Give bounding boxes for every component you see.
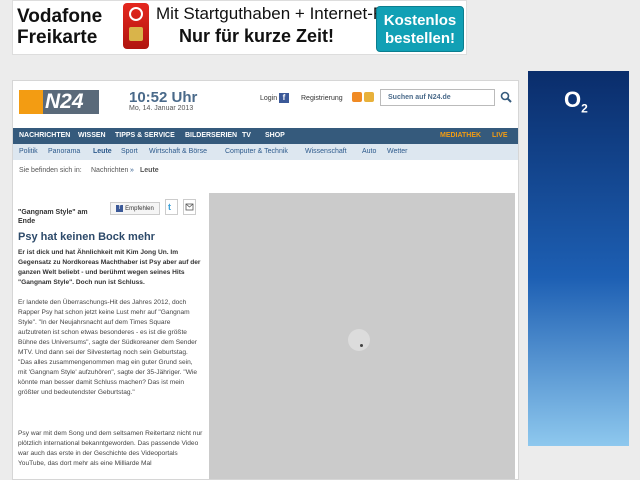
sub-navigation: Politik Panorama Leute Sport Wirtschaft …	[13, 144, 518, 160]
breadcrumb-prefix: Sie befinden sich in:	[19, 167, 82, 174]
ad-offer-line2: Nur für kurze Zeit!	[179, 26, 335, 46]
nav-tv[interactable]: TV	[242, 128, 251, 144]
share-label: Empfehlen	[125, 206, 154, 212]
subnav-sport[interactable]: Sport	[121, 144, 138, 160]
rss-icon[interactable]	[352, 92, 362, 102]
search-input[interactable]: Suchen auf N24.de	[380, 89, 495, 106]
subnav-wirtschaft[interactable]: Wirtschaft & Börse	[149, 144, 207, 160]
email-icon[interactable]	[183, 199, 196, 215]
article-paragraph: Psy war mit dem Song und dem seltsamen R…	[18, 430, 203, 467]
article-headline: Psy hat keinen Bock mehr	[18, 231, 155, 243]
ad-brand-text: Vodafone Freikarte	[17, 6, 102, 48]
subnav-leute[interactable]: Leute	[93, 144, 112, 160]
ad-cta-line2: bestellen!	[384, 30, 456, 47]
article-paragraph: Er landete den Überraschungs-Hit des Jah…	[18, 299, 198, 396]
article-lead: Er ist dick und hat Ähnlichkeit mit Kim …	[18, 249, 201, 286]
o2-logo: O2	[564, 87, 588, 116]
svg-text:t: t	[168, 202, 171, 212]
n24-logo[interactable]: N24	[19, 90, 99, 114]
login-link[interactable]: Login	[260, 95, 277, 102]
nav-mediathek[interactable]: MEDIATHEK	[440, 128, 481, 144]
search-icon[interactable]	[500, 91, 512, 103]
n24-page: N24 10:52 Uhr Mo, 14. Januar 2013 Login …	[12, 80, 519, 480]
nav-bilderserien[interactable]: BILDERSERIEN	[185, 128, 237, 144]
ad-order-button[interactable]: Kostenlos bestellen!	[376, 6, 464, 52]
facebook-icon[interactable]: f	[279, 93, 289, 103]
article-kicker: "Gangnam Style" am Ende	[18, 209, 88, 225]
loading-spinner-icon	[348, 329, 370, 351]
ad-cta-line1: Kostenlos	[383, 12, 457, 29]
subnav-panorama[interactable]: Panorama	[48, 144, 80, 160]
facebook-share-button[interactable]: f Empfehlen	[110, 202, 160, 215]
nav-shop[interactable]: SHOP	[265, 128, 285, 144]
breadcrumb: Sie befinden sich in: Nachrichten » Leut…	[13, 167, 518, 181]
breadcrumb-nachrichten[interactable]: Nachrichten	[91, 167, 128, 174]
sim-card-icon	[123, 3, 149, 49]
o2-ad-banner[interactable]: O2	[528, 71, 629, 446]
subnav-politik[interactable]: Politik	[19, 144, 38, 160]
subnav-computer[interactable]: Computer & Technik	[225, 144, 288, 160]
nav-live[interactable]: LIVE	[492, 128, 508, 144]
loading-dot	[360, 344, 363, 347]
ad-brand-line2: Freikarte	[17, 27, 98, 48]
vodafone-ad-banner[interactable]: Vodafone Freikarte Mit Startguthaben + I…	[12, 0, 467, 55]
header-date: Mo, 14. Januar 2013	[129, 105, 194, 112]
ad-brand-line1: Vodafone	[17, 6, 103, 27]
breadcrumb-leute[interactable]: Leute	[140, 167, 159, 174]
twitter-icon[interactable]: t	[165, 199, 178, 215]
nav-tipps-service[interactable]: TIPPS & SERVICE	[115, 128, 175, 144]
video-player[interactable]	[209, 193, 515, 479]
register-link[interactable]: Registrierung	[301, 95, 343, 102]
ad-offer-line1: Mit Startguthaben + Internet-Flat	[156, 4, 402, 23]
breadcrumb-separator-icon: »	[130, 167, 134, 174]
main-navigation: NACHRICHTEN WISSEN TIPPS & SERVICE BILDE…	[13, 128, 518, 144]
nav-nachrichten[interactable]: NACHRICHTEN	[19, 128, 70, 144]
header-time: 10:52 Uhr	[129, 89, 198, 106]
site-header: N24 10:52 Uhr Mo, 14. Januar 2013 Login …	[13, 81, 518, 126]
article: "Gangnam Style" am Ende f Empfehlen t Psy…	[13, 193, 208, 479]
subnav-auto[interactable]: Auto	[362, 144, 376, 160]
newsletter-icon[interactable]	[364, 92, 374, 102]
subnav-wissenschaft[interactable]: Wissenschaft	[305, 144, 347, 160]
subnav-wetter[interactable]: Wetter	[387, 144, 408, 160]
nav-wissen[interactable]: WISSEN	[78, 128, 106, 144]
